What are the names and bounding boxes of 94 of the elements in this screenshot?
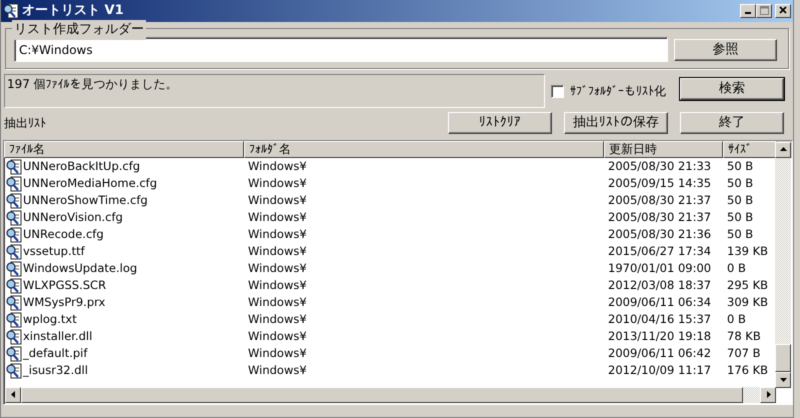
file-name: UNNeroVision.cfg [22,209,124,226]
modified-date: 2005/09/15 14:35 [607,175,712,192]
maximize-button[interactable] [756,4,772,18]
file-size: 176 KB [726,362,770,379]
scroll-left-button[interactable] [5,387,21,403]
modified-date: 2005/08/30 21:37 [607,209,712,226]
modified-date: 1970/01/01 09:00 [607,260,712,277]
maximize-icon [760,6,768,15]
modified-date: 2012/03/08 18:37 [607,277,712,294]
folder-name: Windows¥ [247,277,308,294]
folder-name: Windows¥ [247,260,308,277]
magnifier-icon [6,362,22,378]
modified-date: 2013/11/20 19:18 [607,328,712,345]
scroll-down-button[interactable] [775,372,791,388]
arrow-icon [10,391,16,398]
clear-list-button[interactable]: ﾘｽﾄｸﾘｱ [448,112,552,134]
file-name: _default.pif [22,345,89,362]
modified-date: 2010/04/16 15:37 [607,311,712,328]
file-size: 50 B [726,226,754,243]
file-size: 50 B [726,192,754,209]
window-title: オートリスト V1 [22,2,125,20]
file-name: UNRecode.cfg [22,226,105,243]
arrow-icon [780,146,786,154]
close-icon [779,6,787,14]
file-name: xinstaller.dll [22,328,94,345]
folder-name: Windows¥ [247,226,308,243]
folder-name: Windows¥ [247,175,308,192]
file-name: wplog.txt [22,311,78,328]
file-name: WindowsUpdate.log [22,260,138,277]
file-size: 50 B [726,209,754,226]
scroll-up-button[interactable] [775,142,791,158]
modified-date: 2005/08/30 21:33 [607,158,712,175]
arrow-icon [764,391,772,398]
file-name: _isusr32.dll [22,362,89,379]
file-size: 50 B [726,158,754,175]
magnifier-icon [6,226,22,242]
modified-date: 2012/10/09 11:17 [607,362,712,379]
column-header[interactable]: ﾌｧｲﾙ名 [4,141,244,158]
save-list-button[interactable]: 抽出ﾘｽﾄの保存 [564,112,668,134]
modified-date: 2009/06/11 06:42 [607,345,712,362]
arrow-icon [780,376,786,384]
magnifier-icon [6,260,22,276]
magnifier-icon [6,192,22,208]
file-name: WMSysPr9.prx [22,294,106,311]
file-size: 0 B [726,311,747,328]
file-name: UNNeroBackItUp.cfg [22,158,142,175]
scroll-thumb[interactable] [775,344,791,372]
modified-date: 2005/08/30 21:36 [607,226,712,243]
file-name: vssetup.ttf [22,243,86,260]
magnifier-icon [6,244,22,260]
list-label: 抽出ﾘｽﾄ [4,115,46,132]
scroll-right-button[interactable] [760,387,776,403]
file-name: UNNeroMediaHome.cfg [22,175,158,192]
modified-date: 2005/08/30 21:37 [607,192,712,209]
magnifier-icon [6,210,22,226]
file-name: UNNeroShowTime.cfg [22,192,149,209]
modified-date: 2015/06/27 17:34 [607,243,712,260]
folder-name: Windows¥ [247,362,308,379]
vertical-scrollbar[interactable] [775,142,791,388]
subfolder-checkbox[interactable]: ｻﾌﾞﾌｫﾙﾀﾞｰもﾘｽﾄ化 [551,82,666,100]
column-header[interactable]: 更新日時 [604,141,723,158]
browse-button[interactable]: 参照 [674,38,777,60]
magnifier-icon [6,158,22,174]
file-size: 78 KB [726,328,762,345]
folder-name: Windows¥ [247,158,308,175]
app-icon [3,3,19,19]
folder-name: Windows¥ [247,294,308,311]
search-button[interactable]: 検索 [680,78,784,100]
file-name: WLXPGSS.SCR [22,277,108,294]
magnifier-icon [6,294,22,310]
exit-button[interactable]: 終了 [680,112,784,134]
magnifier-icon [6,312,22,328]
close-button[interactable] [775,4,791,18]
file-size: 295 KB [726,277,770,294]
path-field[interactable]: C:¥Windows [14,37,668,62]
magnifier-icon [6,346,22,362]
folder-name: Windows¥ [247,243,308,260]
status-message: 197 個ﾌｧｲﾙを見つかりました。 [7,77,178,91]
file-size: 309 KB [726,294,770,311]
folder-name: Windows¥ [247,209,308,226]
magnifier-icon [6,278,22,294]
file-size: 707 B [726,345,762,362]
minimize-button[interactable] [740,4,756,18]
magnifier-icon [6,176,22,192]
magnifier-icon [6,328,22,344]
file-size: 0 B [726,260,747,277]
modified-date: 2009/06/11 06:34 [607,294,712,311]
folder-name: Windows¥ [247,192,308,209]
folder-name: Windows¥ [247,328,308,345]
folder-name: Windows¥ [247,311,308,328]
file-size: 139 KB [726,243,770,260]
folder-name: Windows¥ [247,345,308,362]
column-header[interactable]: ﾌｫﾙﾀﾞ名 [244,141,604,158]
file-size: 50 B [726,175,754,192]
